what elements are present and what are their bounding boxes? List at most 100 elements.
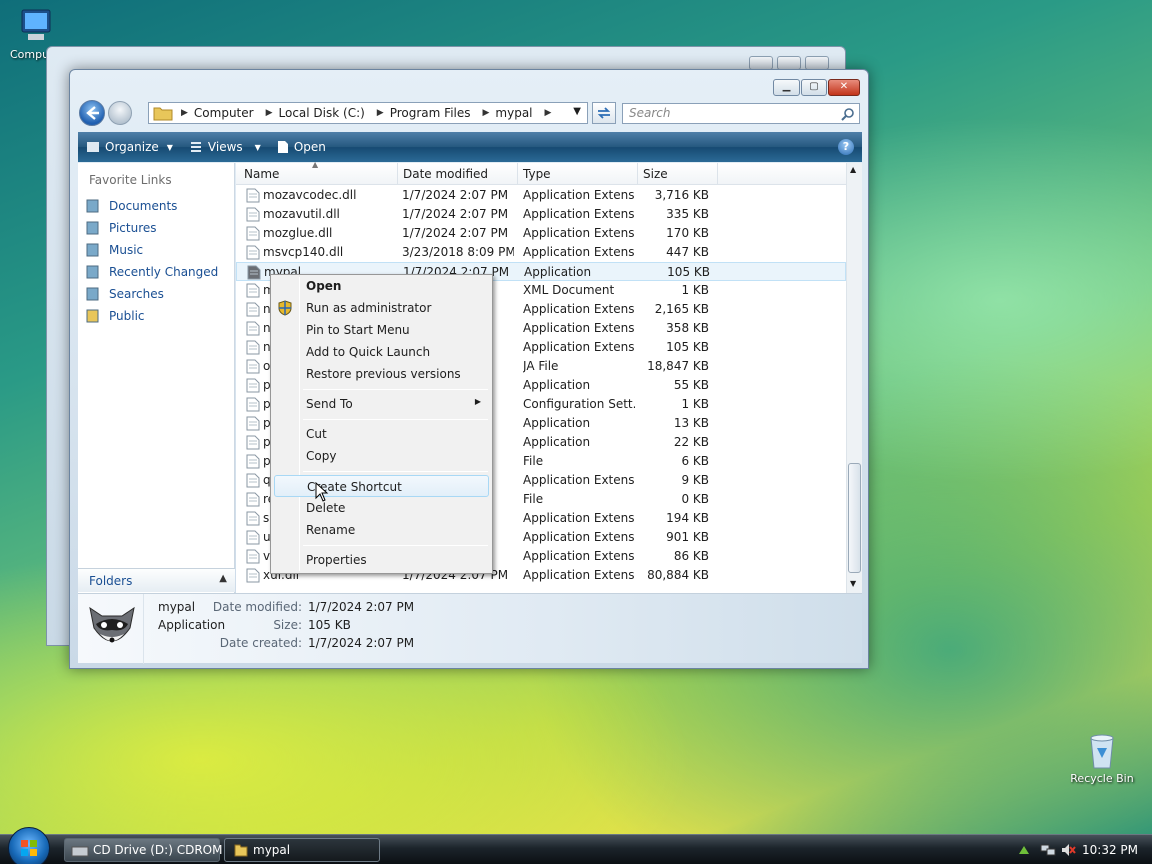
favorite-link-searches[interactable]: Searches xyxy=(78,283,234,305)
file-name: mozavcodec.dll xyxy=(263,188,357,202)
network-icon[interactable] xyxy=(1040,842,1056,858)
file-type: File xyxy=(523,492,544,506)
chevron-down-icon: ▼ xyxy=(166,142,173,152)
breadcrumb-local-disk[interactable]: Local Disk (C:) xyxy=(279,106,371,120)
breadcrumb-arrow-icon: ▶ xyxy=(482,108,490,118)
start-button[interactable] xyxy=(8,827,50,864)
column-header-size[interactable]: Size xyxy=(643,167,668,181)
address-dropdown-icon[interactable]: ▼ xyxy=(573,106,581,117)
menu-item-delete-label: Delete xyxy=(306,501,346,515)
forward-button[interactable] xyxy=(108,101,132,125)
help-icon: ? xyxy=(842,140,850,153)
views-label: Views xyxy=(207,140,243,154)
file-size: 86 KB xyxy=(673,549,709,563)
file-type: Application Extens... xyxy=(523,549,635,563)
taskbar-cd-drive-label: CD Drive (D:) CDROM xyxy=(93,843,223,857)
file-type: Application xyxy=(523,435,591,449)
background-close-button[interactable] xyxy=(805,56,829,70)
menu-item-create-shortcut[interactable]: Create Shortcut xyxy=(274,475,489,497)
file-icon xyxy=(246,492,260,507)
file-size: 105 KB xyxy=(666,340,709,354)
minimize-button[interactable]: ▁ xyxy=(773,79,800,96)
menu-item-restore-versions-label: Restore previous versions xyxy=(306,367,461,381)
background-minimize-button[interactable] xyxy=(749,56,773,70)
clock[interactable]: 10:32 PM xyxy=(1082,843,1138,857)
background-maximize-button[interactable] xyxy=(777,56,801,70)
organize-button[interactable]: Organize ▼ xyxy=(78,140,181,154)
file-size: 2,165 KB xyxy=(654,302,709,316)
file-size: 18,847 KB xyxy=(647,359,709,373)
column-header-date[interactable]: Date modified xyxy=(403,167,488,181)
scroll-down-icon[interactable]: ▼ xyxy=(850,579,856,588)
raccoon-icon xyxy=(89,606,135,643)
search-input[interactable]: Search xyxy=(622,103,860,124)
file-size: 22 KB xyxy=(673,435,709,449)
file-size: 105 KB xyxy=(667,265,710,279)
menu-item-rename[interactable]: Rename xyxy=(274,519,489,541)
details-created-label: Date created: xyxy=(219,636,302,650)
file-type: Application Extens... xyxy=(523,473,635,487)
views-button[interactable]: Views ▼ xyxy=(181,140,269,154)
breadcrumb-computer[interactable]: Computer xyxy=(194,106,260,120)
file-row[interactable]: msvcp140.dll 3/23/2018 8:09 PM Application… xyxy=(236,243,846,262)
file-row[interactable]: mozglue.dll 1/7/2024 2:07 PM Application E… xyxy=(236,224,846,243)
menu-item-add-to-quick-launch-label: Add to Quick Launch xyxy=(306,345,431,359)
file-size: 335 KB xyxy=(666,207,709,221)
file-icon xyxy=(246,378,260,393)
favorite-link-music[interactable]: Music xyxy=(78,239,234,261)
menu-item-send-to[interactable]: Send To ▶ xyxy=(274,393,489,415)
file-size: 170 KB xyxy=(666,226,709,240)
file-type: Application Extens... xyxy=(523,207,635,221)
search-icon[interactable] xyxy=(841,107,855,121)
menu-item-add-to-quick-launch[interactable]: Add to Quick Launch xyxy=(274,341,489,363)
favorite-link-label: Recently Changed xyxy=(109,265,219,279)
menu-item-run-as-admin[interactable]: Run as administrator xyxy=(274,297,489,319)
back-button[interactable] xyxy=(79,100,105,126)
file-date: 1/7/2024 2:07 PM xyxy=(402,226,509,240)
favorite-link-documents[interactable]: Documents xyxy=(78,195,234,217)
file-size: 0 KB xyxy=(681,492,709,506)
menu-item-delete[interactable]: Delete xyxy=(274,497,489,519)
close-button[interactable]: ✕ xyxy=(828,79,860,96)
menu-item-restore-versions[interactable]: Restore previous versions xyxy=(274,363,489,385)
open-button[interactable]: Open xyxy=(269,140,334,154)
computer-icon xyxy=(21,9,51,40)
menu-item-open[interactable]: Open xyxy=(274,275,489,297)
favorite-link-pictures[interactable]: Pictures xyxy=(78,217,234,239)
file-size: 194 KB xyxy=(666,511,709,525)
column-header-type[interactable]: Type xyxy=(523,167,551,181)
taskbar-button-cd-drive[interactable]: CD Drive (D:) CDROM xyxy=(64,838,223,862)
address-bar[interactable]: ▶ Computer ▶ Local Disk (C:) ▶ Program F… xyxy=(148,102,588,124)
menu-item-properties[interactable]: Properties xyxy=(274,549,489,571)
menu-item-copy[interactable]: Copy xyxy=(274,445,489,467)
refresh-button[interactable] xyxy=(592,102,616,124)
file-row[interactable]: mozavutil.dll 1/7/2024 2:07 PM Application… xyxy=(236,205,846,224)
scroll-up-icon[interactable]: ▲ xyxy=(850,165,856,174)
favorite-link-public[interactable]: Public xyxy=(78,305,234,327)
file-row[interactable]: mozavcodec.dll 1/7/2024 2:07 PM Applicatio… xyxy=(236,186,846,205)
taskbar-button-mypal[interactable]: mypal xyxy=(224,838,380,862)
maximize-button[interactable]: ▢ xyxy=(801,79,827,96)
file-type: Application Extens... xyxy=(523,188,635,202)
file-date: 1/7/2024 2:07 PM xyxy=(402,188,509,202)
menu-item-cut[interactable]: Cut xyxy=(274,423,489,445)
file-icon xyxy=(246,568,260,583)
menu-item-pin-to-start[interactable]: Pin to Start Menu xyxy=(274,319,489,341)
command-toolbar: Organize ▼ Views ▼ Open ? xyxy=(78,132,862,162)
volume-muted-icon[interactable] xyxy=(1060,842,1076,858)
desktop-icon-recycle-bin[interactable]: Recycle Bin xyxy=(1062,730,1142,785)
scrollbar-thumb[interactable] xyxy=(848,463,861,573)
help-button[interactable]: ? xyxy=(838,139,854,155)
file-size: 901 KB xyxy=(666,530,709,544)
folder-icon xyxy=(234,844,248,857)
context-menu: Open Run as administrator Pin to Start M… xyxy=(270,274,493,574)
column-header-name[interactable]: Name xyxy=(244,167,279,181)
menu-item-open-label: Open xyxy=(306,279,342,293)
safely-remove-hardware-icon[interactable] xyxy=(1016,842,1032,858)
folders-toggle[interactable]: Folders ▲ xyxy=(78,568,235,592)
vertical-scrollbar[interactable]: ▲ ▼ xyxy=(846,163,862,593)
favorite-link-recently-changed[interactable]: Recently Changed xyxy=(78,261,234,283)
breadcrumb-mypal[interactable]: mypal xyxy=(495,106,538,120)
organize-icon xyxy=(87,142,99,152)
breadcrumb-program-files[interactable]: Program Files xyxy=(390,106,477,120)
